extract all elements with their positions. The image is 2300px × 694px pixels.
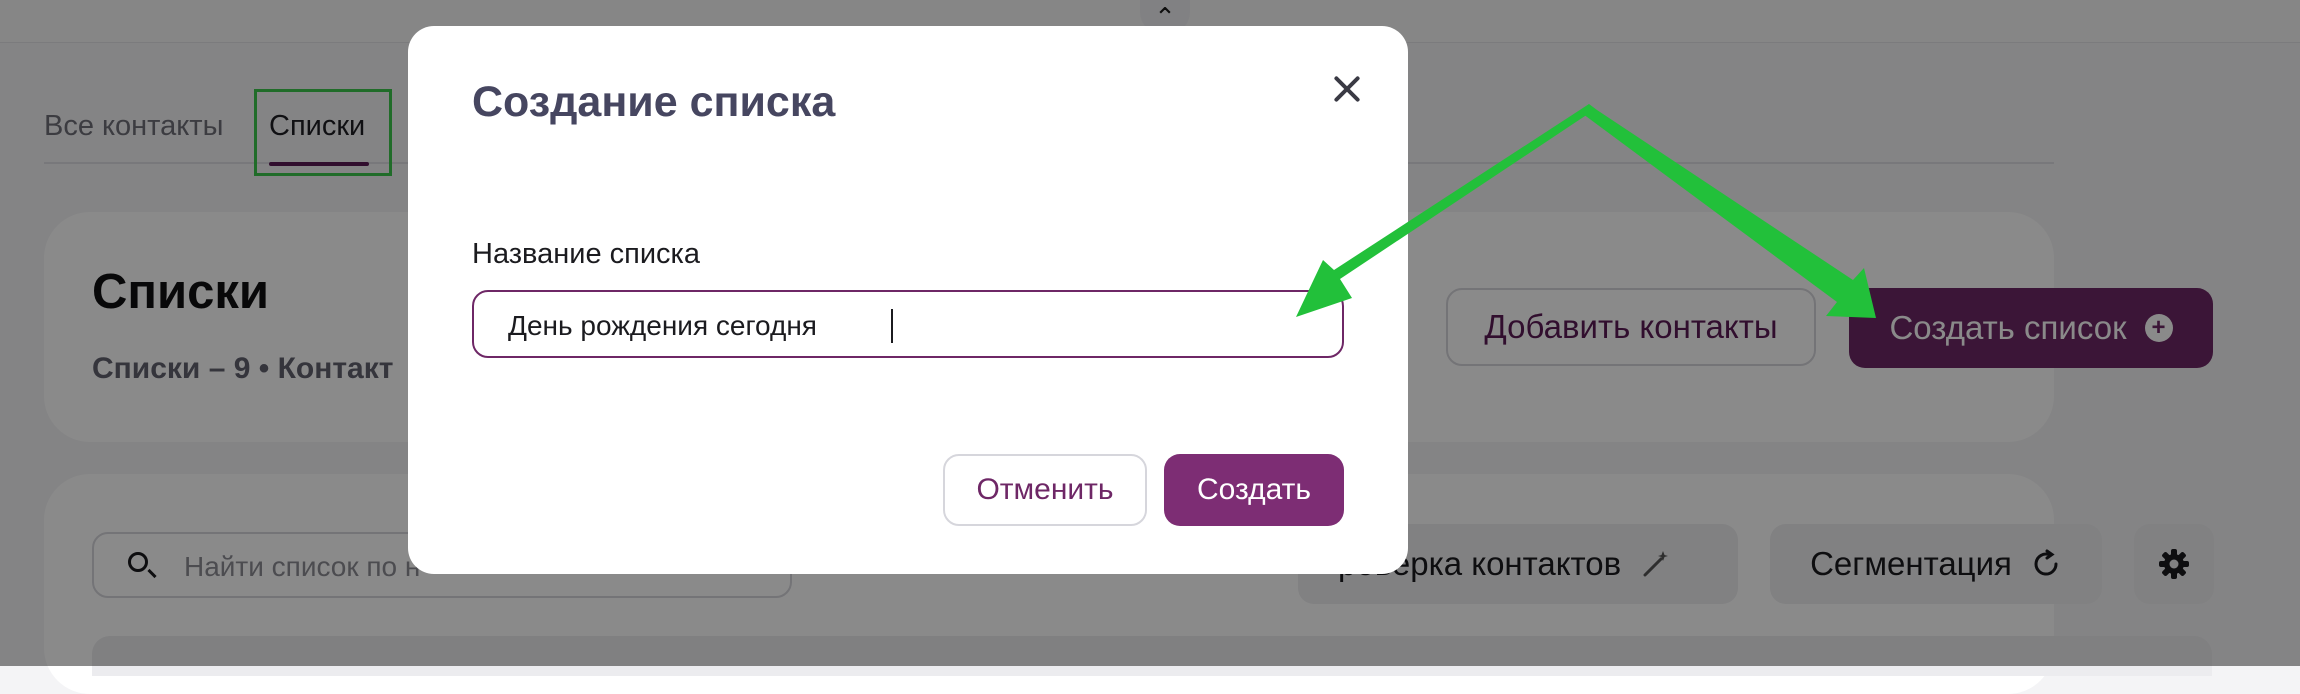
annotation-arrow-to-field bbox=[1296, 104, 1591, 317]
annotation-arrow-to-button bbox=[1583, 104, 1876, 318]
annotation-arrows bbox=[1296, 104, 1876, 318]
